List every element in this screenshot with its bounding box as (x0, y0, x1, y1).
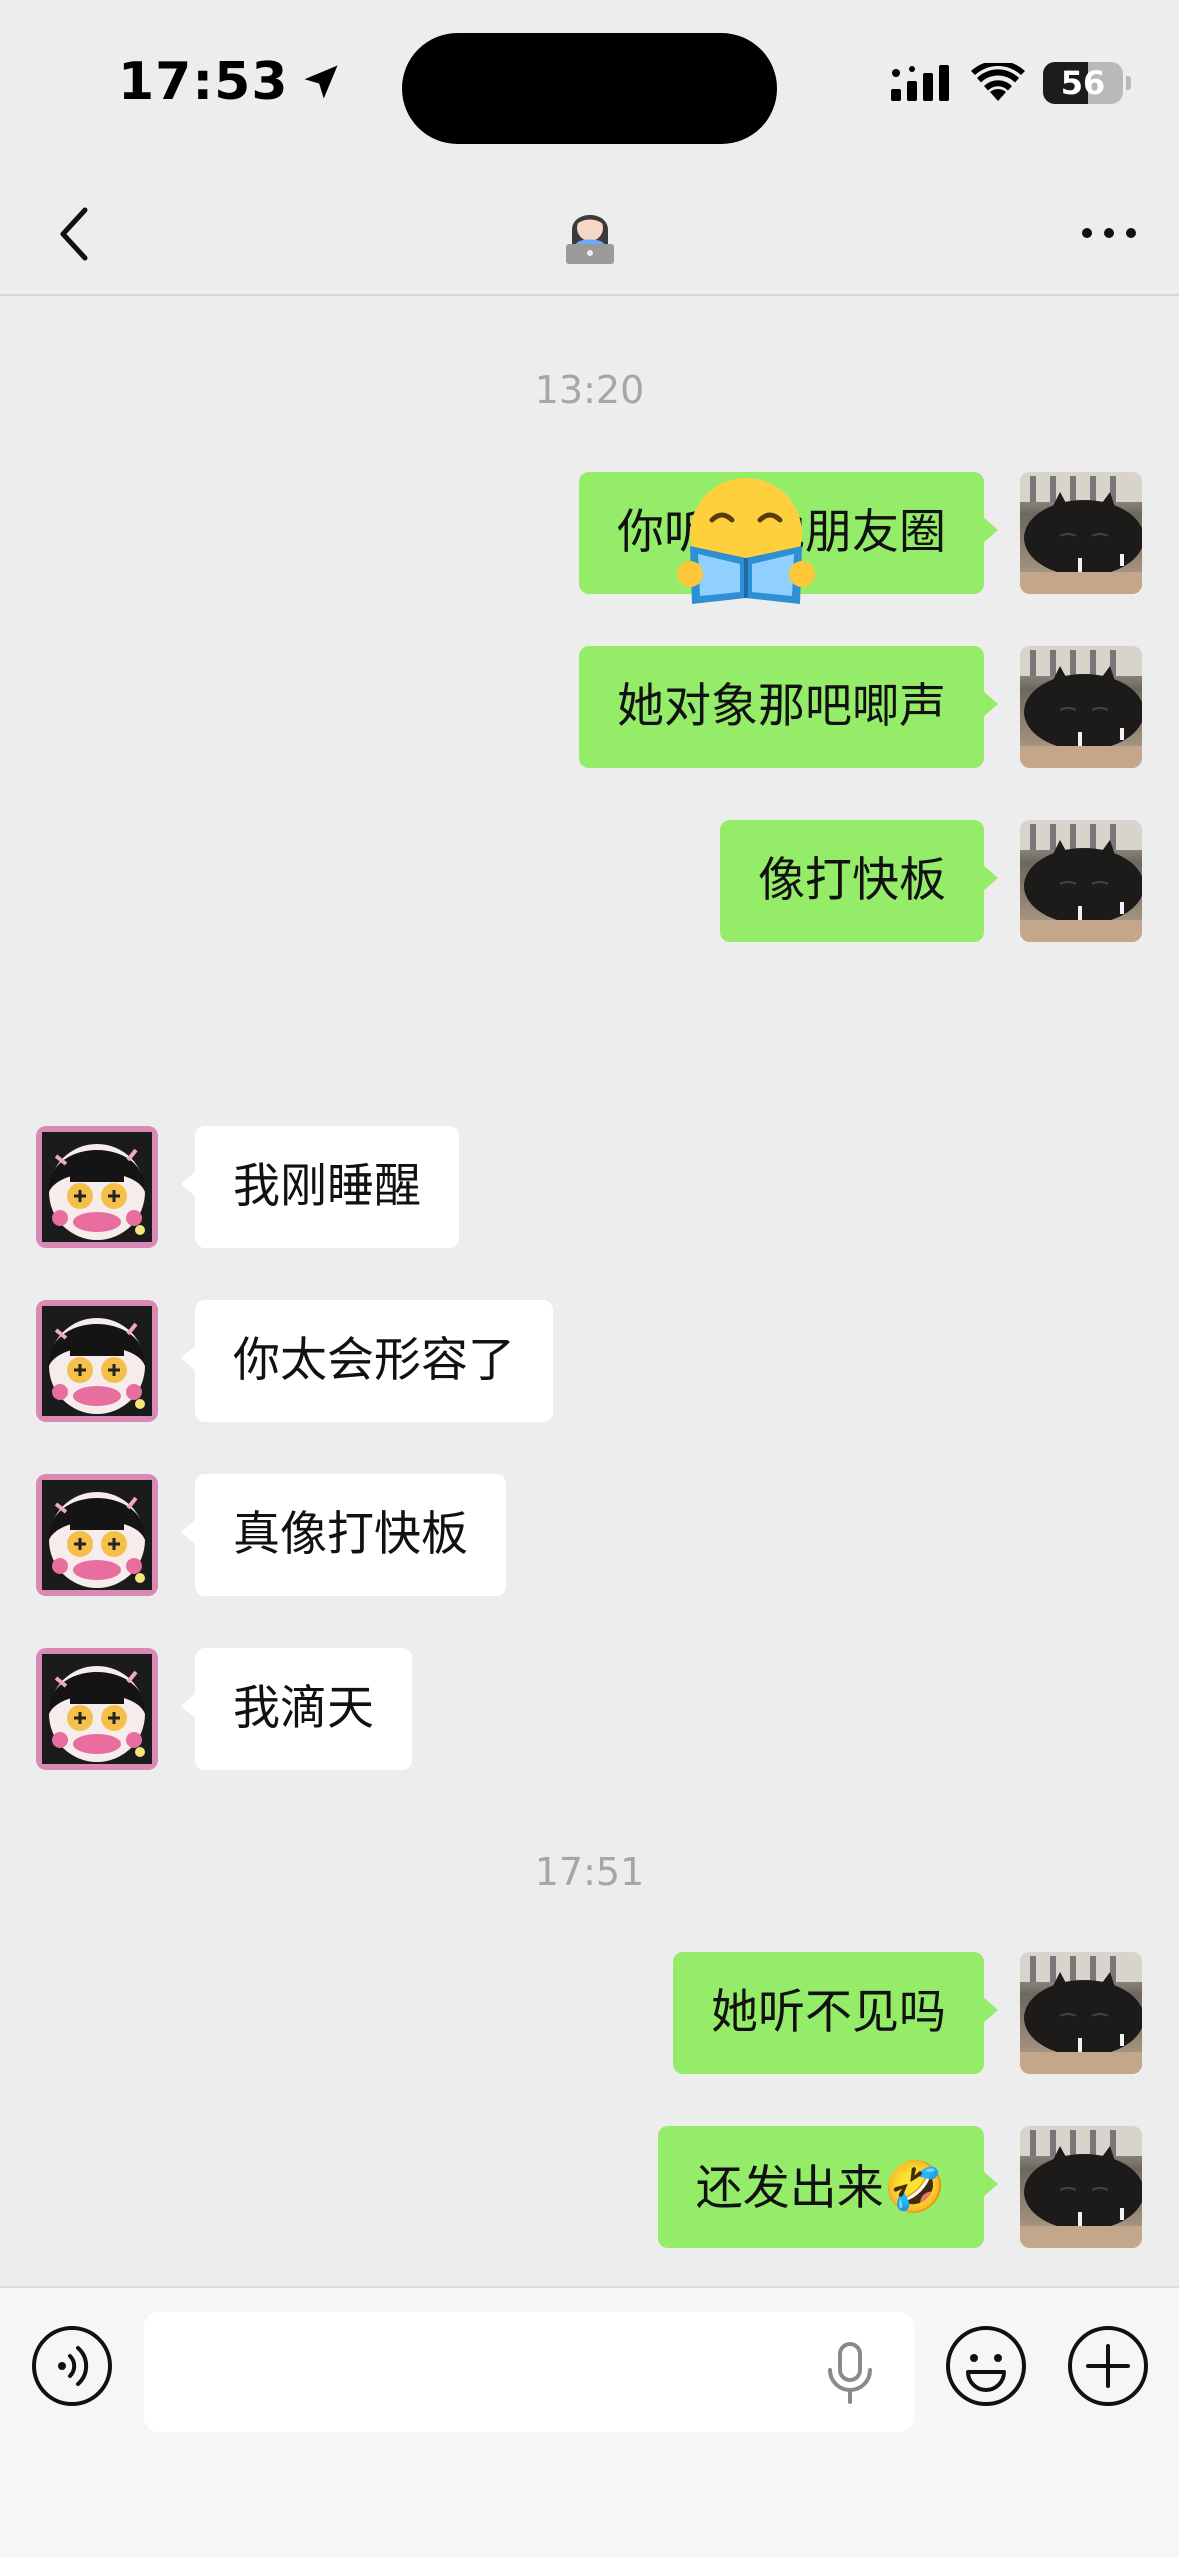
message-row: 她对象那吧唧声 (0, 646, 1179, 770)
voice-icon[interactable] (30, 2324, 114, 2408)
girl-avatar-image (36, 1126, 158, 1248)
cat-avatar-image (1020, 2126, 1142, 2248)
input-bar (0, 2286, 1179, 2558)
avatar[interactable] (1020, 2126, 1142, 2248)
message-bubble[interactable]: 她听不见吗 (673, 1952, 998, 2074)
status-time: 17:53 (118, 52, 343, 112)
message-row: 还发出来🤣 (0, 2126, 1179, 2250)
message-bubble[interactable]: 她对象那吧唧声 (579, 646, 998, 768)
message-bubble[interactable]: 真像打快板 (181, 1474, 506, 1596)
battery-tip (1126, 76, 1131, 90)
more-button[interactable] (1069, 200, 1149, 266)
avatar[interactable] (1020, 472, 1142, 594)
avatar[interactable] (36, 1300, 158, 1422)
message-row: 你太会形容了 (0, 1300, 1179, 1424)
timestamp: 13:20 (534, 368, 645, 412)
girl-avatar-image (36, 1300, 158, 1422)
message-row: 真像打快板 (0, 1474, 1179, 1598)
cat-avatar-image (1020, 472, 1142, 594)
signal-icon (891, 65, 949, 101)
avatar[interactable] (1020, 1952, 1142, 2074)
message-input[interactable] (144, 2312, 914, 2432)
cat-avatar-image (1020, 1952, 1142, 2074)
emoji-icon[interactable] (944, 2324, 1028, 2408)
message-row: 你听了她朋友圈 (0, 472, 1179, 596)
message-bubble[interactable]: 我刚睡醒 (181, 1126, 459, 1248)
cat-avatar-image (1020, 646, 1142, 768)
message-row: 她听不见吗 (0, 1952, 1179, 2076)
battery-icon: 56 (1043, 62, 1123, 104)
timestamp: 17:51 (534, 1850, 645, 1894)
ellipsis-icon (1082, 228, 1136, 238)
chat-area[interactable]: 13:20 你听了她朋友圈 她对象那吧唧声 像打快板 我刚睡醒 你太会形容了 真… (0, 296, 1179, 2286)
avatar[interactable] (1020, 646, 1142, 768)
battery-level: 56 (1060, 64, 1106, 102)
avatar[interactable] (36, 1474, 158, 1596)
message-text: 还发出来 (695, 2161, 884, 2216)
message-bubble[interactable]: 像打快板 (720, 820, 998, 942)
message-bubble[interactable]: 我滴天 (181, 1648, 412, 1770)
chevron-left-icon (60, 207, 88, 261)
girl-avatar-image (36, 1474, 158, 1596)
mic-icon[interactable] (822, 2342, 878, 2404)
avatar[interactable] (36, 1648, 158, 1770)
wifi-icon (971, 63, 1025, 101)
cat-avatar-image (1020, 820, 1142, 942)
location-arrow-icon (304, 65, 338, 99)
status-time-text: 17:53 (118, 52, 289, 112)
chat-header (0, 170, 1179, 296)
dynamic-island (402, 33, 777, 144)
avatar[interactable] (1020, 820, 1142, 942)
status-indicators: 56 (891, 62, 1131, 104)
message-row: 我滴天 (0, 1648, 1179, 1772)
plus-icon[interactable] (1066, 2324, 1150, 2408)
chat-title (540, 196, 640, 268)
back-button[interactable] (38, 198, 110, 270)
girl-avatar-image (36, 1648, 158, 1770)
rofl-emoji-icon: 🤣 (883, 2158, 946, 2216)
message-row: 像打快板 (0, 820, 1179, 944)
message-bubble[interactable]: 还发出来🤣 (657, 2126, 999, 2248)
message-row: 我刚睡醒 (0, 1126, 1179, 1250)
status-bar: 17:53 56 (0, 0, 1179, 170)
message-bubble[interactable]: 你太会形容了 (181, 1300, 553, 1422)
reading-emoji-sticker[interactable] (676, 472, 816, 612)
technologist-emoji-icon (566, 215, 614, 264)
avatar[interactable] (36, 1126, 158, 1248)
